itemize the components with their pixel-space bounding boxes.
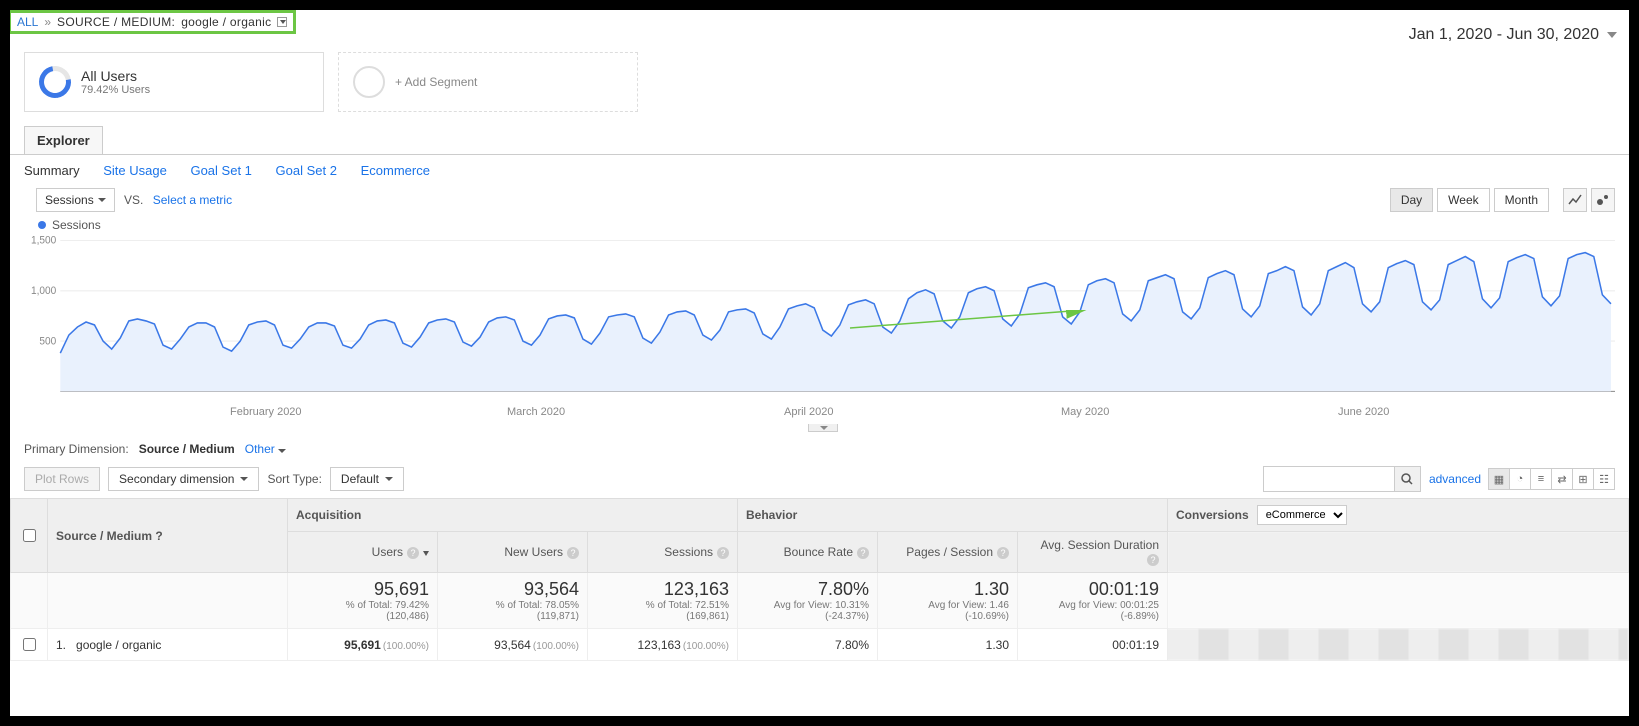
table-row[interactable]: 1. google / organic 95,691(100.00%) 93,5… (11, 629, 1629, 661)
view-compare-icon[interactable]: ⇄ (1551, 468, 1573, 490)
primary-dimension-value: Source / Medium (139, 442, 235, 456)
row-checkbox[interactable] (23, 638, 36, 651)
metric-label: Sessions (45, 193, 94, 207)
help-icon[interactable]: ? (407, 547, 419, 559)
summary-row: 95,691% of Total: 79.42%(120,486) 93,564… (11, 573, 1629, 629)
breadcrumb[interactable]: ALL » SOURCE / MEDIUM: google / organic (10, 10, 296, 34)
sort-type-value: Default (341, 472, 379, 486)
col-pages-session[interactable]: Pages / Session? (878, 532, 1018, 573)
help-icon[interactable]: ? (857, 547, 869, 559)
granularity-month[interactable]: Month (1494, 188, 1549, 212)
chevron-down-icon (240, 477, 248, 481)
view-pivot-icon[interactable]: ☷ (1593, 468, 1615, 490)
chevron-down-icon (98, 198, 106, 202)
secondary-dimension-button[interactable]: Secondary dimension (108, 467, 259, 491)
sort-arrow-icon (423, 551, 429, 556)
group-conversions: Conversions eCommerce (1168, 499, 1629, 532)
svg-text:500: 500 (39, 336, 56, 347)
group-behavior: Behavior (738, 499, 1168, 532)
breadcrumb-all[interactable]: ALL (17, 15, 38, 29)
primary-dimension-label: Primary Dimension: (24, 442, 129, 456)
col-conversions-hidden (1168, 532, 1629, 573)
group-acquisition: Acquisition (288, 499, 738, 532)
legend-dot-icon (38, 221, 46, 229)
select-metric-link[interactable]: Select a metric (153, 193, 232, 207)
segment-sub: 79.42% Users (81, 84, 150, 96)
sessions-chart: 500 1,000 1,500 (30, 232, 1615, 402)
other-dimension-link[interactable]: Other (245, 442, 286, 456)
col-new-users[interactable]: New Users? (438, 532, 588, 573)
donut-icon (33, 60, 78, 105)
subtab-site-usage[interactable]: Site Usage (103, 163, 167, 178)
col-source-medium[interactable]: Source / Medium ? (48, 499, 288, 573)
subtab-goal2[interactable]: Goal Set 2 (276, 163, 337, 178)
help-icon[interactable]: ? (1147, 554, 1159, 566)
chevron-down-icon (1607, 32, 1617, 38)
table-search[interactable] (1263, 466, 1421, 492)
search-input[interactable] (1264, 468, 1394, 490)
chart-line-icon[interactable] (1563, 188, 1587, 212)
help-icon[interactable]: ? (155, 529, 162, 543)
vs-label: VS. (124, 193, 143, 207)
granularity-day[interactable]: Day (1390, 188, 1433, 212)
secondary-dimension-label: Secondary dimension (119, 472, 234, 486)
plot-rows-button: Plot Rows (24, 467, 100, 491)
sort-type-label: Sort Type: (267, 472, 321, 486)
col-avg-duration[interactable]: Avg. Session Duration? (1018, 532, 1168, 573)
svg-text:1,500: 1,500 (31, 235, 56, 246)
view-bar-icon[interactable]: ≡ (1530, 468, 1552, 490)
view-table-icon[interactable]: ▦ (1488, 468, 1510, 490)
date-range-picker[interactable]: Jan 1, 2020 - Jun 30, 2020 (1409, 26, 1617, 44)
conversions-label: Conversions (1176, 508, 1249, 522)
circle-icon (353, 66, 385, 98)
sort-type-select[interactable]: Default (330, 467, 404, 491)
segment-all-users[interactable]: All Users 79.42% Users (24, 52, 324, 112)
breadcrumb-sep: » (44, 15, 51, 29)
row-name: google / organic (76, 638, 161, 652)
chevron-down-icon[interactable] (277, 17, 287, 27)
add-segment-label: + Add Segment (395, 75, 477, 89)
chevron-down-icon (278, 449, 286, 453)
svg-text:1,000: 1,000 (31, 286, 56, 297)
help-icon[interactable]: ? (567, 547, 579, 559)
help-icon[interactable]: ? (717, 547, 729, 559)
segment-title: All Users (81, 68, 150, 84)
select-all-checkbox[interactable] (23, 529, 36, 542)
col-users[interactable]: Users? (288, 532, 438, 573)
breadcrumb-value: google / organic (181, 15, 271, 29)
view-pie-icon[interactable]: ◔ (1509, 468, 1531, 490)
col-sessions[interactable]: Sessions? (588, 532, 738, 573)
metric-selector[interactable]: Sessions (36, 188, 115, 212)
subtab-ecommerce[interactable]: Ecommerce (361, 163, 430, 178)
add-segment-button[interactable]: + Add Segment (338, 52, 638, 112)
x-axis-labels: February 2020March 2020April 2020May 202… (30, 402, 1615, 418)
chart-motion-icon[interactable] (1591, 188, 1615, 212)
other-label: Other (245, 442, 275, 456)
chevron-down-icon (385, 477, 393, 481)
data-table: Source / Medium ? Acquisition Behavior C… (10, 498, 1629, 661)
advanced-link[interactable]: advanced (1429, 472, 1481, 486)
search-icon (1401, 473, 1413, 485)
source-medium-label: Source / Medium (56, 529, 152, 543)
subtab-goal1[interactable]: Goal Set 1 (190, 163, 251, 178)
help-icon[interactable]: ? (997, 547, 1009, 559)
granularity-week[interactable]: Week (1437, 188, 1489, 212)
legend-label: Sessions (52, 218, 101, 232)
subtab-summary[interactable]: Summary (24, 163, 80, 178)
date-range-text: Jan 1, 2020 - Jun 30, 2020 (1409, 26, 1599, 44)
row-index: 1. (56, 638, 66, 652)
drag-handle[interactable] (808, 424, 838, 432)
col-bounce-rate[interactable]: Bounce Rate? (738, 532, 878, 573)
breadcrumb-label: SOURCE / MEDIUM: (57, 15, 175, 29)
checkbox-header[interactable] (11, 499, 48, 573)
view-cloud-icon[interactable]: ⊞ (1572, 468, 1594, 490)
conversions-select[interactable]: eCommerce (1257, 505, 1347, 525)
tab-explorer[interactable]: Explorer (24, 126, 103, 154)
search-button[interactable] (1394, 467, 1420, 491)
